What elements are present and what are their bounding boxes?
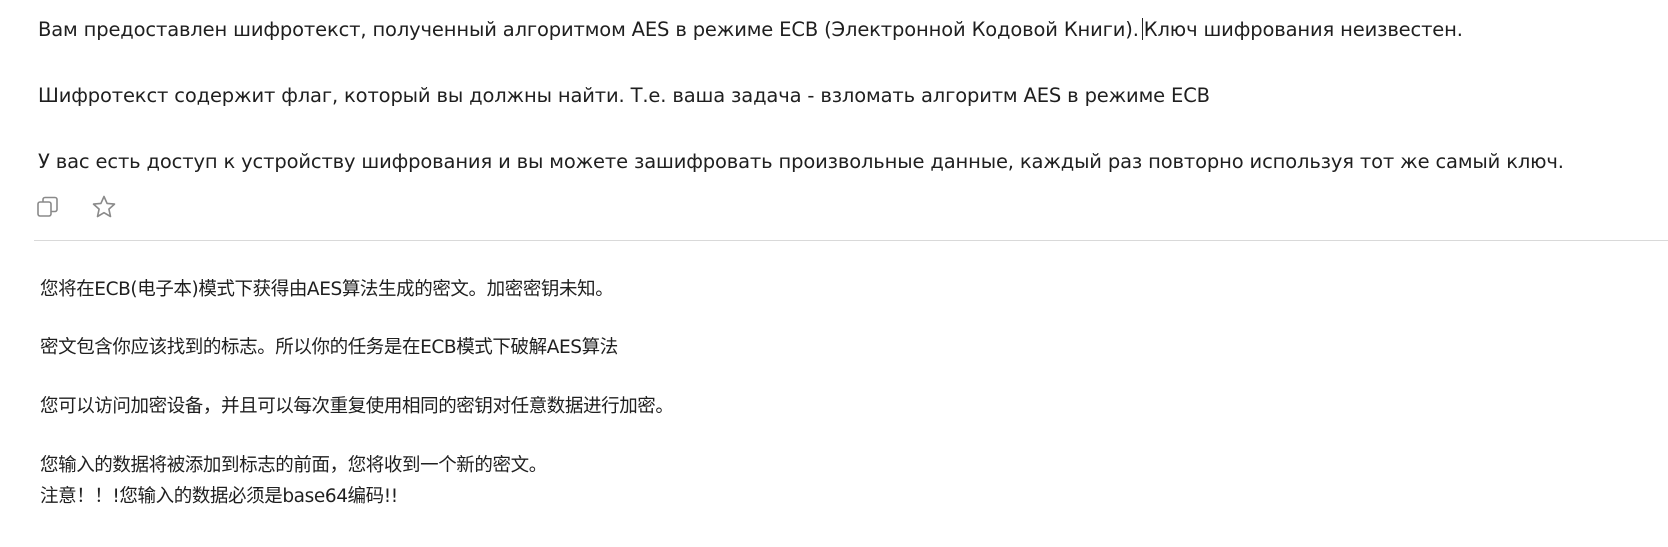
russian-paragraph-1: Вам предоставлен шифротекст, полученный … xyxy=(38,17,1463,43)
chinese-line-3: 您可以访问加密设备，并且可以每次重复使用相同的密钥对任意数据进行加密。 xyxy=(40,396,674,417)
favorite-button[interactable] xyxy=(90,193,118,221)
russian-paragraph-2: Шифротекст содержит флаг, который вы дол… xyxy=(38,84,1210,107)
chinese-line-1: 您将在ECB(电子本)模式下获得由AES算法生成的密文。加密密钥未知。 xyxy=(40,279,614,300)
copy-button[interactable] xyxy=(34,193,62,221)
star-icon xyxy=(92,195,116,218)
russian-paragraph-1-part-2: Ключ шифрования неизвестен. xyxy=(1143,18,1463,41)
text-cursor xyxy=(1141,18,1143,40)
chinese-line-5: 注意！！!您输入的数据必须是base64编码!! xyxy=(40,486,398,507)
message-actions xyxy=(34,193,146,221)
chinese-line-4: 您输入的数据将被添加到标志的前面，您将收到一个新的密文。 xyxy=(40,455,547,476)
chinese-line-2: 密文包含你应该找到的标志。所以你的任务是在ECB模式下破解AES算法 xyxy=(40,337,618,358)
copy-icon xyxy=(37,196,58,217)
russian-paragraph-1-part-1: Вам предоставлен шифротекст, полученный … xyxy=(38,18,1139,41)
section-divider xyxy=(34,240,1668,241)
russian-paragraph-3: У вас есть доступ к устройству шифровани… xyxy=(38,150,1564,173)
